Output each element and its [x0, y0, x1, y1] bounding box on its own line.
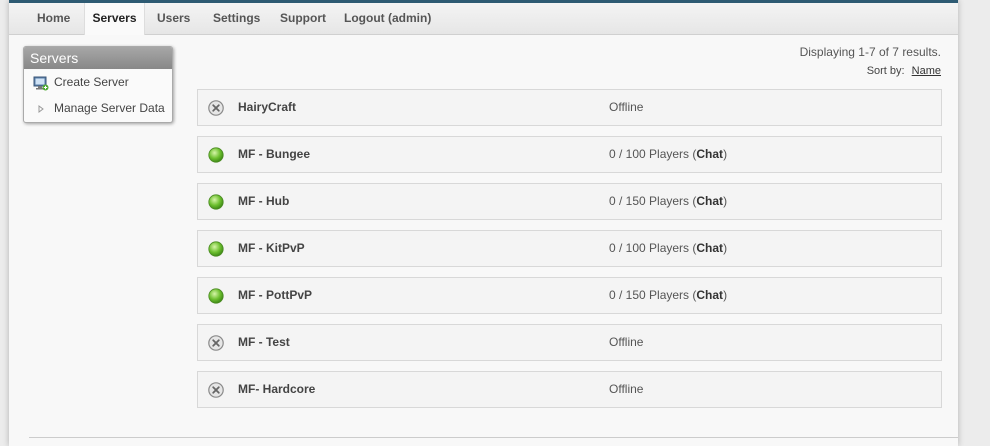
create-server-label: Create Server [54, 75, 129, 89]
page-container: Home Servers Users Settings Support Logo… [9, 0, 958, 446]
sort-by-label: Sort by: [866, 65, 905, 77]
triangle-right-icon [38, 105, 44, 113]
server-name[interactable]: MF - KitPvP [238, 231, 305, 266]
nav-home[interactable]: Home [37, 3, 70, 34]
nav-users[interactable]: Users [157, 3, 190, 34]
server-row[interactable]: MF - PottPvP 0 / 150 Players (Chat) [197, 277, 942, 314]
server-status-text: 0 / 150 Players (Chat) [609, 288, 728, 302]
server-name[interactable]: HairyCraft [238, 90, 296, 125]
nav-logout[interactable]: Logout (admin) [344, 3, 431, 34]
server-status-text: Offline [609, 382, 644, 396]
monitor-add-icon [33, 76, 49, 91]
nav-support[interactable]: Support [280, 3, 326, 34]
online-status-icon [208, 147, 224, 163]
offline-status-icon [208, 335, 224, 351]
online-status-icon [208, 194, 224, 210]
server-status-text: Offline [609, 100, 644, 114]
manage-server-data-link[interactable]: Manage Server Data [24, 97, 172, 119]
offline-status-icon [208, 382, 224, 398]
server-row[interactable]: MF - Bungee 0 / 100 Players (Chat) [197, 136, 942, 173]
manage-server-data-label: Manage Server Data [54, 101, 165, 115]
create-server-link[interactable]: Create Server [24, 71, 172, 93]
player-count: 0 / 150 Players [609, 288, 690, 302]
server-row[interactable]: MF - Test Offline [197, 324, 942, 361]
sidebox-title: Servers [24, 47, 172, 69]
server-name[interactable]: MF - Test [238, 325, 290, 360]
online-status-icon [208, 241, 224, 257]
server-status-text: 0 / 100 Players (Chat) [609, 147, 728, 161]
offline-status-icon [208, 100, 224, 116]
server-row[interactable]: HairyCraft Offline [197, 89, 942, 126]
server-name[interactable]: MF - PottPvP [238, 278, 312, 313]
chat-link[interactable]: Chat [696, 241, 723, 255]
results-summary: Displaying 1-7 of 7 results. [799, 45, 941, 59]
server-name[interactable]: MF- Hardcore [238, 372, 315, 407]
nav-servers[interactable]: Servers [84, 3, 145, 35]
online-status-icon [208, 288, 224, 304]
server-name[interactable]: MF - Bungee [238, 137, 310, 172]
player-count: 0 / 100 Players [609, 241, 690, 255]
sort-by-name-link[interactable]: Name [912, 65, 941, 77]
sort-by: Sort by: Name [867, 65, 941, 77]
server-row[interactable]: MF - KitPvP 0 / 100 Players (Chat) [197, 230, 942, 267]
chat-link[interactable]: Chat [696, 194, 723, 208]
server-row[interactable]: MF- Hardcore Offline [197, 371, 942, 408]
server-status-text: Offline [609, 335, 644, 349]
main-nav: Home Servers Users Settings Support Logo… [9, 3, 958, 35]
nav-settings[interactable]: Settings [213, 3, 260, 34]
player-count: 0 / 150 Players [609, 194, 690, 208]
server-name[interactable]: MF - Hub [238, 184, 289, 219]
server-row[interactable]: MF - Hub 0 / 150 Players (Chat) [197, 183, 942, 220]
footer-divider [29, 437, 958, 438]
servers-sidebox: Servers Create Server Manage Server Data [23, 46, 173, 123]
server-status-text: 0 / 150 Players (Chat) [609, 194, 728, 208]
server-status-text: 0 / 100 Players (Chat) [609, 241, 728, 255]
chat-link[interactable]: Chat [696, 147, 723, 161]
player-count: 0 / 100 Players [609, 147, 690, 161]
chat-link[interactable]: Chat [696, 288, 723, 302]
